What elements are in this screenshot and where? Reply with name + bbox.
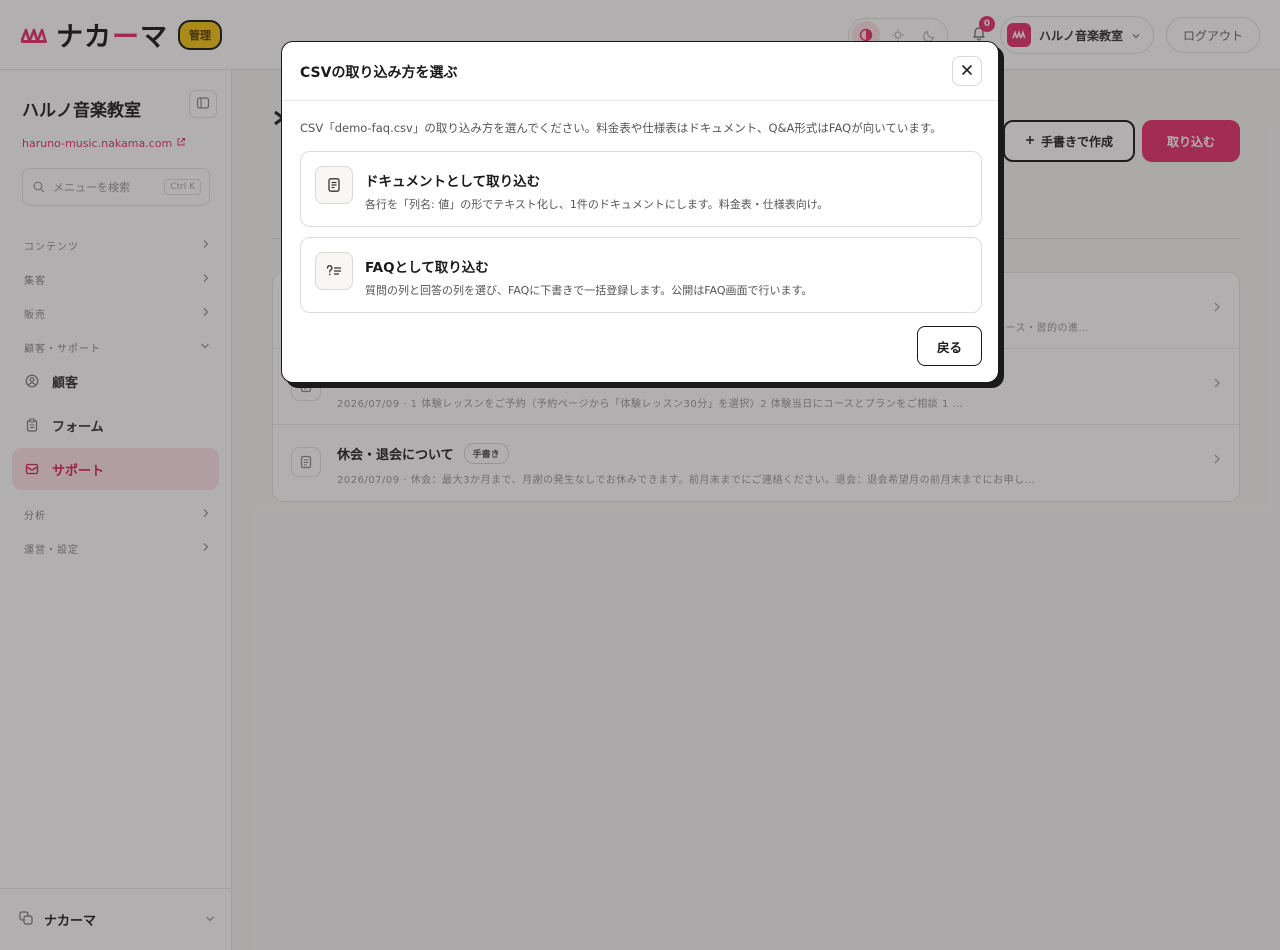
faq-icon: [315, 252, 353, 290]
dialog-header: CSVの取り込み方を選ぶ: [282, 42, 998, 101]
option-title: ドキュメントとして取り込む: [365, 174, 541, 190]
option-description: 各行を「列名: 値」の形でテキスト化し、1件のドキュメントにします。料金表・仕様…: [365, 198, 829, 211]
close-button[interactable]: [952, 56, 982, 86]
csv-import-dialog: CSVの取り込み方を選ぶ CSV「demo-faq.csv」の取り込み方を選んで…: [281, 41, 999, 383]
document-icon: [315, 166, 353, 204]
import-as-document-option[interactable]: ドキュメントとして取り込む 各行を「列名: 値」の形でテキスト化し、1件のドキュ…: [300, 151, 982, 227]
back-button[interactable]: 戻る: [917, 326, 982, 366]
close-icon: [961, 64, 973, 79]
dialog-description: CSV「demo-faq.csv」の取り込み方を選んでください。料金表や仕様表は…: [300, 121, 942, 135]
option-title: FAQとして取り込む: [365, 260, 489, 276]
option-description: 質問の列と回答の列を選び、FAQに下書きで一括登録します。公開はFAQ画面で行い…: [365, 284, 813, 297]
import-as-faq-option[interactable]: FAQとして取り込む 質問の列と回答の列を選び、FAQに下書きで一括登録します。…: [300, 237, 982, 313]
dialog-title: CSVの取り込み方を選ぶ: [300, 65, 458, 81]
